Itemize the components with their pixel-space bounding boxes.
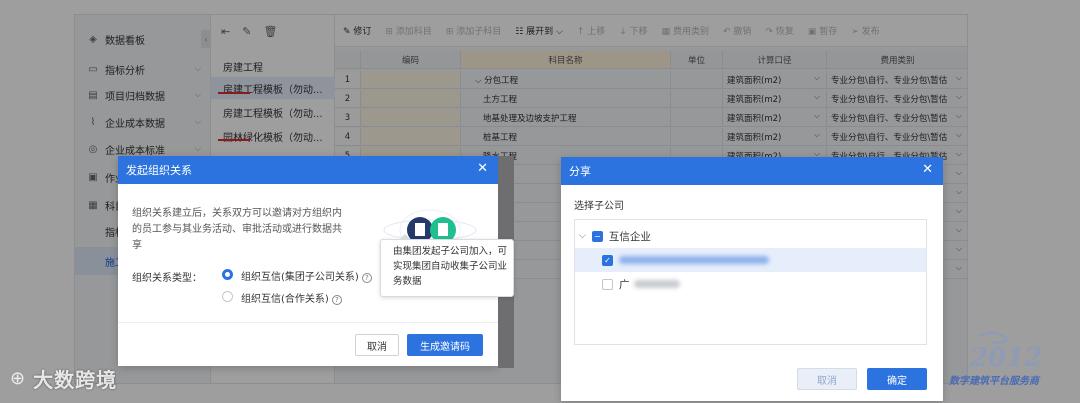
redacted-company-name [619, 256, 769, 264]
tree-node-child[interactable]: ✓ [575, 248, 926, 272]
help-icon[interactable]: ? [361, 273, 372, 283]
cancel-button[interactable]: 取消 [797, 368, 857, 390]
brand-text: 大数跨境 [33, 367, 118, 392]
dialog-title: 分享 [569, 165, 591, 178]
tree-node-label: 互信企业 [608, 230, 651, 243]
radio-label-subsidiary: 组织互信(集团子公司关系)? [241, 268, 372, 283]
checkbox-partial[interactable]: − [591, 230, 603, 242]
close-icon[interactable]: ✕ [477, 161, 488, 176]
generate-invite-code-button[interactable]: 生成邀请码 [407, 334, 483, 356]
brand-logo-icon: ⊕ [10, 367, 26, 389]
checkbox-unchecked[interactable] [602, 278, 613, 290]
dialog-description: 组织关系建立后，关系双方可以邀请对方组织内的员工参与其业务活动、审批活动或进行数… [132, 208, 342, 251]
radio-group-subsidiary[interactable] [222, 269, 233, 280]
select-subsidiary-label: 选择子公司 [574, 201, 624, 212]
confirm-button[interactable]: 确定 [867, 368, 927, 390]
dialog-header: 分享 ✕ [561, 157, 943, 185]
subsidiary-tree: ⌵ − 互信企业 ✓ 广 [574, 219, 927, 345]
dialog-header: 发起组织关系 ✕ [118, 156, 498, 184]
chevron-down-icon[interactable]: ⌵ [579, 231, 586, 241]
svg-text:2012: 2012 [969, 343, 1042, 373]
tree-node-label: 广 [619, 278, 630, 291]
share-dialog: 分享 ✕ 选择子公司 ⌵ − 互信企业 ✓ 广 取消 确定 [561, 157, 943, 401]
help-icon[interactable]: ? [331, 295, 342, 305]
dialog-title: 发起组织关系 [126, 164, 192, 177]
tree-node-child[interactable]: 广 [575, 272, 926, 296]
radio-partner[interactable] [222, 291, 233, 302]
checkbox-checked[interactable]: ✓ [602, 254, 613, 266]
option-text: 组织互信(集团子公司关系) [241, 272, 359, 283]
logo-graphic: 2012 [969, 331, 1042, 373]
help-tooltip: 由集团发起子公司加入，可实现集团自动收集子公司业务数据 [380, 234, 514, 297]
relation-type-label: 组织关系类型： [132, 273, 202, 284]
tree-node-root[interactable]: ⌵ − 互信企业 [575, 224, 926, 248]
watermark-brand: ⊕ 大数跨境 [0, 358, 200, 398]
close-icon[interactable]: ✕ [922, 162, 933, 177]
radio-label-partner: 组织互信(合作关系)? [241, 290, 342, 305]
slogan-text: 数字建筑平台服务商 [949, 376, 1039, 387]
option-text: 组织互信(合作关系) [241, 294, 329, 305]
redacted-company-name [633, 280, 680, 288]
cancel-button[interactable]: 取消 [355, 334, 399, 356]
watermark-logo: 2012 数字建筑平台服务商 [940, 330, 1080, 390]
